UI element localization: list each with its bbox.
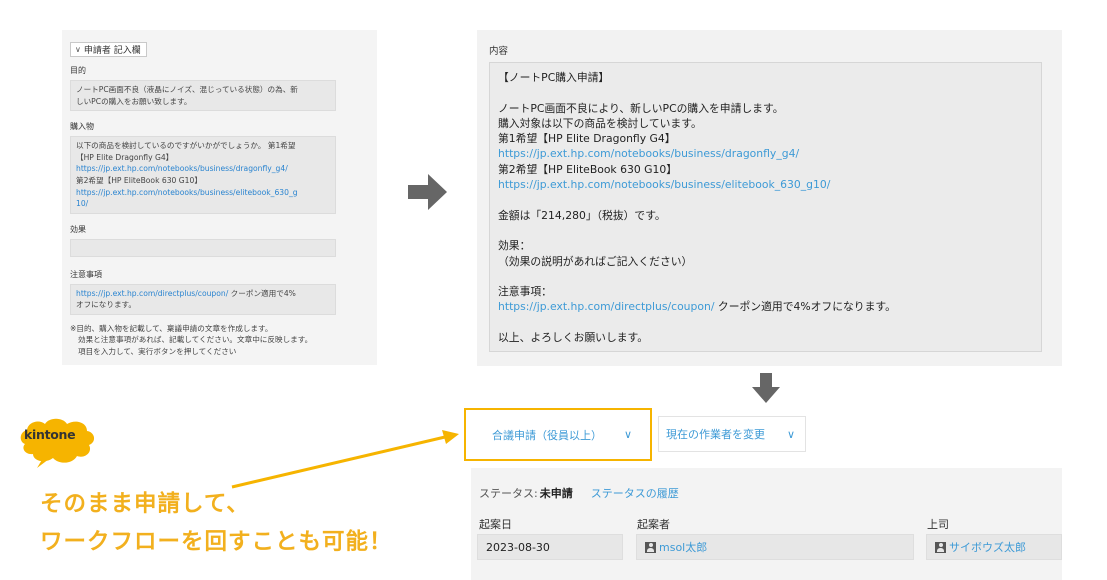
content-text: 第1希望【HP Elite Dragonfly G4】	[498, 132, 676, 146]
content-text: 購入対象は以下の商品を検討しています。	[498, 116, 702, 130]
status-label: ステータス:	[479, 487, 538, 500]
boss-field: サイボウズ太郎	[926, 534, 1062, 560]
user-icon	[935, 541, 946, 553]
purchase-line: 以下の商品を検討しているのですがいかがでしょうか。 第1希望	[76, 141, 296, 151]
drafter-link[interactable]: msol太郎	[659, 539, 707, 555]
date-value: 2023-08-30	[486, 540, 550, 554]
tagline-line2: ワークフローを回すことも可能！	[40, 529, 393, 555]
applicant-form-panel: ∨ 申請者 記入欄 目的 ノートPC画面不良（液晶にノイズ、混じっている状態）の…	[62, 30, 377, 365]
consult-request-button[interactable]: 合議申請（役員以上） ∨	[464, 408, 652, 461]
user-icon	[645, 541, 656, 553]
purchase-link[interactable]: 10/	[76, 198, 330, 210]
content-line: 効果：	[498, 238, 1033, 253]
content-line	[498, 192, 1033, 207]
form-note: ※目的、購入物を記載して、稟議申請の文章を作成します。 効果と注意事項があれば、…	[70, 323, 369, 357]
content-text: （効果の説明があればご記入ください）	[498, 254, 693, 268]
content-link[interactable]: https://jp.ext.hp.com/notebooks/business…	[498, 147, 799, 160]
chevron-down-icon: ∨	[75, 45, 81, 54]
chevron-down-icon: ∨	[786, 427, 795, 441]
content-label: 内容	[489, 46, 509, 57]
caution-field[interactable]: https://jp.ext.hp.com/directplus/coupon/…	[70, 283, 336, 315]
content-line: ノートPC画面不良により、新しいPCの購入を申請します。	[498, 101, 1033, 116]
content-line: 【ノートPC購入申請】	[498, 70, 1033, 85]
consult-request-label: 合議申請（役員以上）	[492, 428, 602, 442]
drafter-field: msol太郎	[636, 534, 914, 560]
content-textarea[interactable]: 【ノートPC購入申請】ノートPC画面不良により、新しいPCの購入を申請します。購…	[489, 62, 1042, 352]
content-link[interactable]: https://jp.ext.hp.com/directplus/coupon/	[498, 300, 714, 313]
content-line	[498, 269, 1033, 284]
purchase-line: 【HP Elite Dragonfly G4】	[76, 152, 174, 162]
purpose-field[interactable]: ノートPC画面不良（液晶にノイズ、混じっている状態）の為、新 しいPCの購入をお…	[70, 80, 336, 112]
note-line: 効果と注意事項があれば、記載してください。文章中に反映します。	[78, 335, 313, 345]
status-history-link[interactable]: ステータスの履歴	[591, 485, 679, 501]
content-panel: 内容 【ノートPC購入申請】ノートPC画面不良により、新しいPCの購入を申請しま…	[477, 30, 1062, 366]
content-text: 第2希望【HP EliteBook 630 G10】	[498, 162, 678, 176]
change-assignee-button[interactable]: 現在の作業者を変更 ∨	[658, 416, 806, 452]
content-line: （効果の説明があればご記入ください）	[498, 254, 1033, 269]
content-line: https://jp.ext.hp.com/directplus/coupon/…	[498, 299, 1033, 314]
status-panel: ステータス: 未申請 ステータスの履歴 起案日 2023-08-30 起案者 m…	[471, 468, 1062, 580]
tagline-line1: そのまま申請して、	[40, 491, 250, 517]
purchase-line: 第2希望【HP EliteBook 630 G10】	[76, 175, 202, 185]
purchase-link[interactable]: https://jp.ext.hp.com/notebooks/business…	[76, 163, 330, 175]
status-line: ステータス: 未申請 ステータスの履歴	[479, 485, 679, 501]
content-line: 注意事項：	[498, 284, 1033, 299]
purpose-line: ノートPC画面不良（液晶にノイズ、混じっている状態）の為、新	[76, 85, 298, 94]
content-text: 効果：	[498, 239, 531, 253]
note-line: ※目的、購入物を記載して、稟議申請の文章を作成します。	[70, 323, 273, 333]
content-line: https://jp.ext.hp.com/notebooks/business…	[498, 177, 1033, 192]
boss-label: 上司	[927, 518, 949, 531]
caution-label: 注意事項	[70, 269, 102, 279]
purchase-label: 購入物	[70, 122, 94, 132]
content-line: 金額は「214,280」（税抜）です。	[498, 208, 1033, 223]
content-text: 【ノートPC購入申請】	[498, 71, 610, 84]
purpose-line: しいPCの購入をお願い致します。	[76, 96, 192, 106]
caution-link[interactable]: https://jp.ext.hp.com/directplus/coupon/	[76, 289, 228, 298]
content-text: 注意事項：	[498, 285, 552, 299]
content-text: 以上、よろしくお願いします。	[498, 331, 649, 345]
status-value: 未申請	[539, 487, 573, 500]
section-title: 申請者 記入欄	[83, 46, 141, 56]
content-line	[498, 315, 1033, 330]
chevron-down-icon: ∨	[623, 428, 632, 441]
content-text: ノートPC画面不良により、新しいPCの購入を申請します。	[498, 101, 784, 115]
boss-link[interactable]: サイボウズ太郎	[949, 539, 1026, 555]
content-line: 第1希望【HP Elite Dragonfly G4】	[498, 131, 1033, 146]
content-line	[498, 223, 1033, 238]
section-toggle-applicant[interactable]: ∨ 申請者 記入欄	[70, 42, 147, 57]
content-line: 第2希望【HP EliteBook 630 G10】	[498, 162, 1033, 177]
content-text: 金額は「214,280」（税抜）です。	[498, 208, 666, 222]
content-line: 購入対象は以下の商品を検討しています。	[498, 116, 1033, 131]
purchase-field[interactable]: 以下の商品を検討しているのですがいかがでしょうか。 第1希望 【HP Elite…	[70, 136, 336, 214]
caution-text: クーポン適用で4%	[228, 288, 296, 298]
content-text: クーポン適用で4%オフになります。	[714, 300, 896, 314]
purpose-label: 目的	[70, 66, 86, 75]
arrow-right-icon	[408, 174, 447, 210]
content-line: 以上、よろしくお願いします。	[498, 330, 1033, 345]
date-field: 2023-08-30	[477, 534, 623, 560]
effect-field[interactable]	[70, 238, 336, 257]
content-line: https://jp.ext.hp.com/notebooks/business…	[498, 146, 1033, 161]
purchase-link[interactable]: https://jp.ext.hp.com/notebooks/business…	[76, 187, 330, 199]
content-link[interactable]: https://jp.ext.hp.com/notebooks/business…	[498, 178, 830, 191]
kintone-logo-text: kintone	[24, 427, 76, 442]
drafter-label: 起案者	[637, 518, 670, 531]
content-line	[498, 85, 1033, 100]
caution-text: オフになります。	[76, 300, 136, 310]
date-label: 起案日	[479, 518, 512, 531]
arrow-down-icon	[752, 373, 780, 403]
change-assignee-label: 現在の作業者を変更	[666, 428, 765, 441]
note-line: 項目を入力して、実行ボタンを押してください	[78, 346, 237, 356]
effect-label: 効果	[70, 224, 86, 234]
